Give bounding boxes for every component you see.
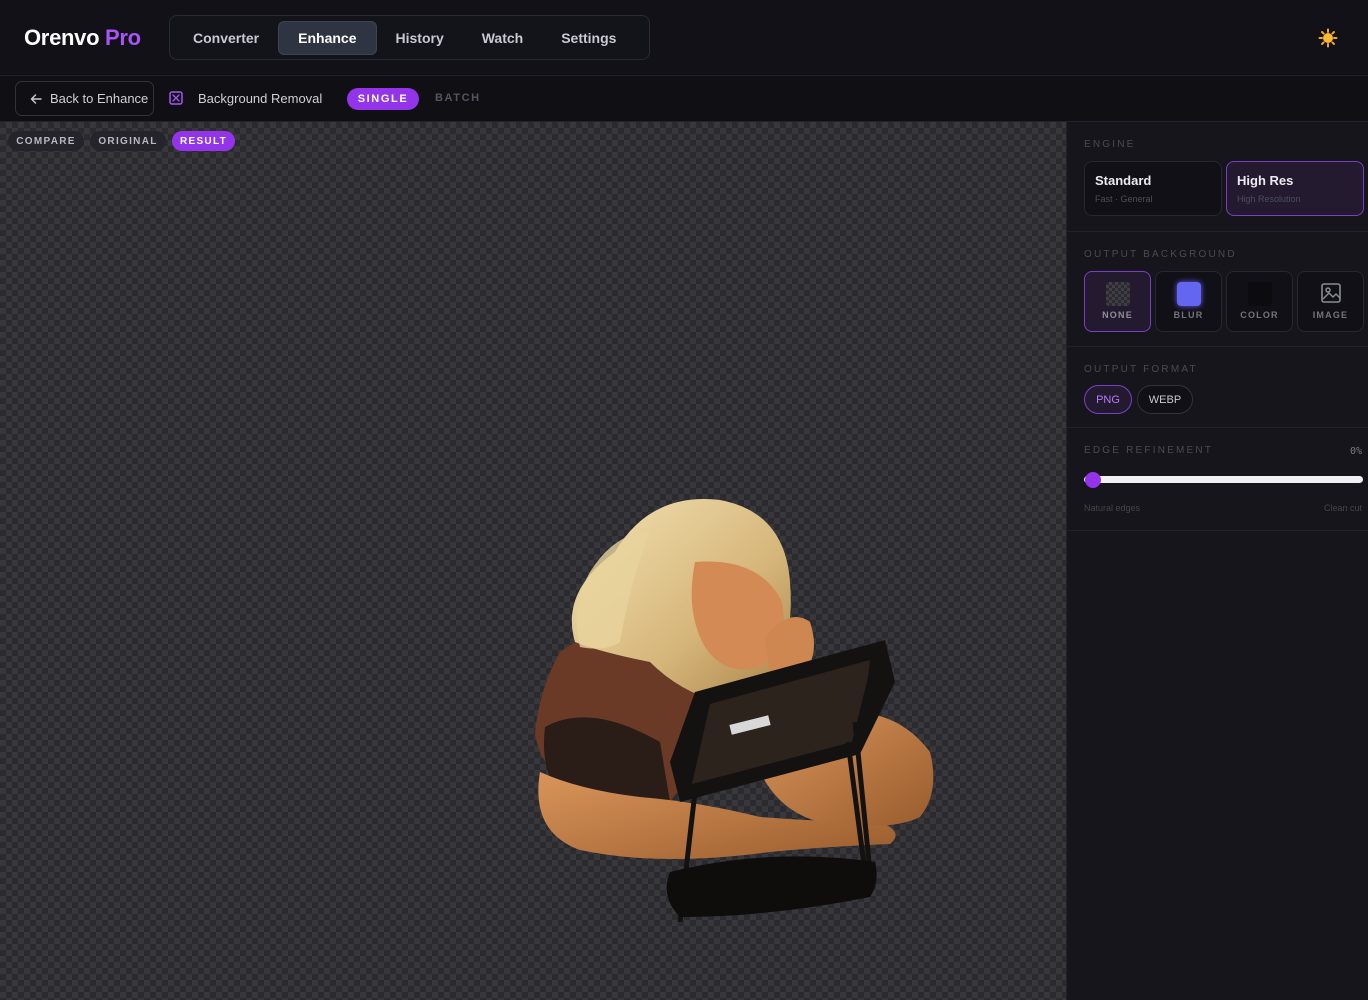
bg-none-label: NONE — [1102, 310, 1133, 320]
background-removal-icon — [169, 91, 183, 105]
back-to-enhance-button[interactable]: Back to Enhance — [15, 81, 154, 116]
result-image — [535, 499, 934, 922]
top-bar: Orenvo Pro Converter Enhance History Wat… — [0, 0, 1368, 76]
engine-highres-option[interactable]: High Res High Resolution — [1226, 161, 1364, 216]
bg-image-option[interactable]: IMAGE — [1297, 271, 1364, 332]
tab-settings[interactable]: Settings — [542, 21, 635, 55]
engine-highres-name: High Res — [1237, 173, 1294, 188]
sun-icon[interactable] — [1318, 28, 1338, 48]
preview-canvas[interactable]: COMPARE ORIGINAL RESULT — [0, 122, 1066, 1000]
brand-name: Orenvo — [24, 25, 100, 50]
transparent-swatch-icon — [1106, 282, 1130, 306]
view-compare-button[interactable]: COMPARE — [8, 131, 84, 151]
main-nav: Converter Enhance History Watch Settings — [169, 15, 650, 60]
output-background-label: OUTPUT BACKGROUND — [1084, 249, 1237, 260]
edge-refinement-value: 0% — [1349, 446, 1362, 457]
engine-standard-desc: Fast · General — [1095, 194, 1153, 204]
tab-converter[interactable]: Converter — [174, 21, 278, 55]
edge-refinement-label: EDGE REFINEMENT — [1084, 445, 1214, 456]
bg-blur-label: BLUR — [1173, 310, 1204, 320]
tab-history[interactable]: History — [377, 21, 463, 55]
bg-none-option[interactable]: NONE — [1084, 271, 1151, 332]
tool-bar: Back to Enhance Background Removal SINGL… — [0, 76, 1368, 122]
back-button-label: Back to Enhance — [50, 91, 149, 106]
output-format-label: OUTPUT FORMAT — [1084, 364, 1198, 375]
format-webp-button[interactable]: WEBP — [1137, 385, 1193, 414]
color-swatch-icon — [1248, 282, 1272, 306]
image-icon — [1321, 283, 1341, 303]
mode-batch-toggle[interactable]: BATCH — [435, 92, 481, 104]
brand-suffix: Pro — [105, 25, 141, 50]
edge-refinement-slider[interactable] — [1084, 476, 1363, 483]
engine-standard-option[interactable]: Standard Fast · General — [1084, 161, 1222, 216]
view-result-button[interactable]: RESULT — [172, 131, 235, 151]
edge-max-label: Clean cut — [1323, 503, 1362, 513]
tab-enhance[interactable]: Enhance — [278, 20, 377, 55]
edge-min-label: Natural edges — [1084, 503, 1141, 513]
bg-image-label: IMAGE — [1312, 310, 1349, 320]
mode-single-toggle[interactable]: SINGLE — [347, 88, 419, 110]
bg-color-option[interactable]: COLOR — [1226, 271, 1293, 332]
blur-swatch-icon — [1177, 282, 1201, 306]
app-logo[interactable]: Orenvo Pro — [24, 25, 141, 51]
view-original-button[interactable]: ORIGINAL — [90, 131, 166, 151]
bg-color-label: COLOR — [1240, 310, 1279, 320]
engine-label: ENGINE — [1084, 139, 1136, 150]
edge-refinement-slider-thumb[interactable] — [1085, 472, 1101, 488]
format-png-button[interactable]: PNG — [1084, 385, 1132, 414]
bg-blur-option[interactable]: BLUR — [1155, 271, 1222, 332]
engine-standard-name: Standard — [1095, 173, 1152, 188]
tool-title: Background Removal — [198, 91, 323, 106]
arrow-left-icon — [30, 93, 42, 104]
tab-watch[interactable]: Watch — [463, 21, 542, 55]
engine-section: ENGINE Standard Fast · General High Res … — [1067, 122, 1368, 232]
settings-panel: ENGINE Standard Fast · General High Res … — [1066, 122, 1368, 1000]
engine-highres-desc: High Resolution — [1237, 194, 1301, 204]
